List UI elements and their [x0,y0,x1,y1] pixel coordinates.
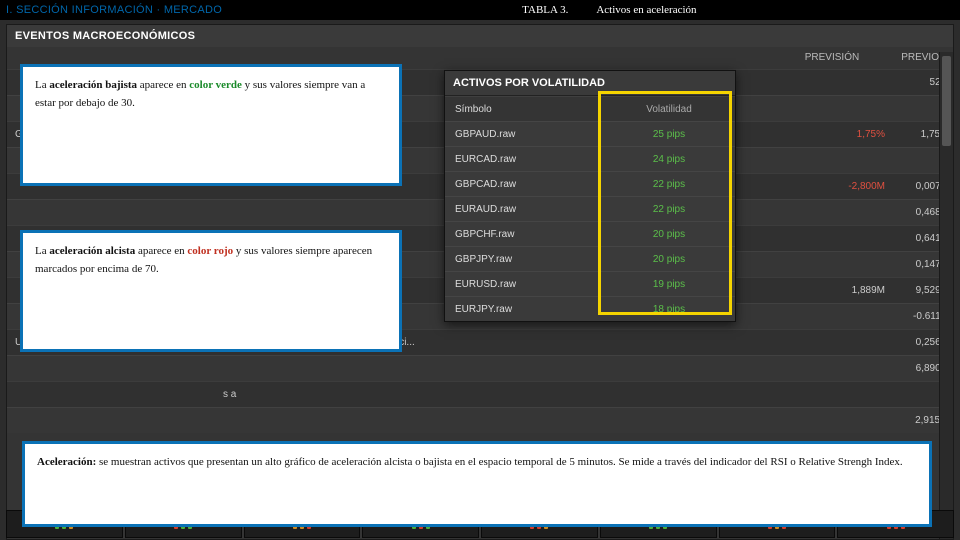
scrollbar-thumb[interactable] [942,56,951,146]
event-row[interactable]: 2,915% [7,407,953,433]
volatility-row[interactable]: EURUSD.raw19 pips [445,271,735,296]
volatility-row[interactable]: GBPCAD.raw22 pips [445,171,735,196]
screenshot-canvas: EVENTOS MACROECONÓMICOS PREVISIÓN PREVIO… [0,20,960,540]
section-label: I. SECCIÓN INFORMACIÓN · MERCADO [6,4,222,16]
volatility-row[interactable]: EURAUD.raw22 pips [445,196,735,221]
volatility-header-row: Símbolo Volatilidad [445,96,735,121]
volatility-popup: ACTIVOS POR VOLATILIDAD Símbolo Volatili… [444,70,736,322]
callout-aceleracion: Aceleración: se muestran activos que pre… [22,441,932,527]
subtitle: Activos en aceleración [596,4,696,16]
col-prevision: PREVISIÓN [805,52,859,63]
callout-bajista: La aceleración bajista aparece en color … [20,64,402,186]
volatility-row[interactable]: EURJPY.raw18 pips [445,296,735,321]
panel-title: EVENTOS MACROECONÓMICOS [7,25,953,47]
volatility-row[interactable]: GBPJPY.raw20 pips [445,246,735,271]
volatility-row[interactable]: EURCAD.raw24 pips [445,146,735,171]
volatility-title: ACTIVOS POR VOLATILIDAD [445,71,735,96]
table-label: TABLA 3. [522,4,568,16]
volatility-row[interactable]: GBPCHF.raw20 pips [445,221,735,246]
volatility-row[interactable]: GBPAUD.raw25 pips [445,121,735,146]
vol-col-value: Volatilidad [603,104,735,115]
event-row[interactable]: s a [7,381,953,407]
vol-col-symbol: Símbolo [445,104,603,115]
slide-header: I. SECCIÓN INFORMACIÓN · MERCADO TABLA 3… [0,0,960,20]
col-previo: PREVIO [901,52,939,63]
callout-alcista: La aceleración alcista aparece en color … [20,230,402,352]
column-headers: PREVISIÓN PREVIO [805,52,939,63]
scrollbar[interactable] [939,52,953,539]
event-row[interactable]: 6,890M [7,355,953,381]
